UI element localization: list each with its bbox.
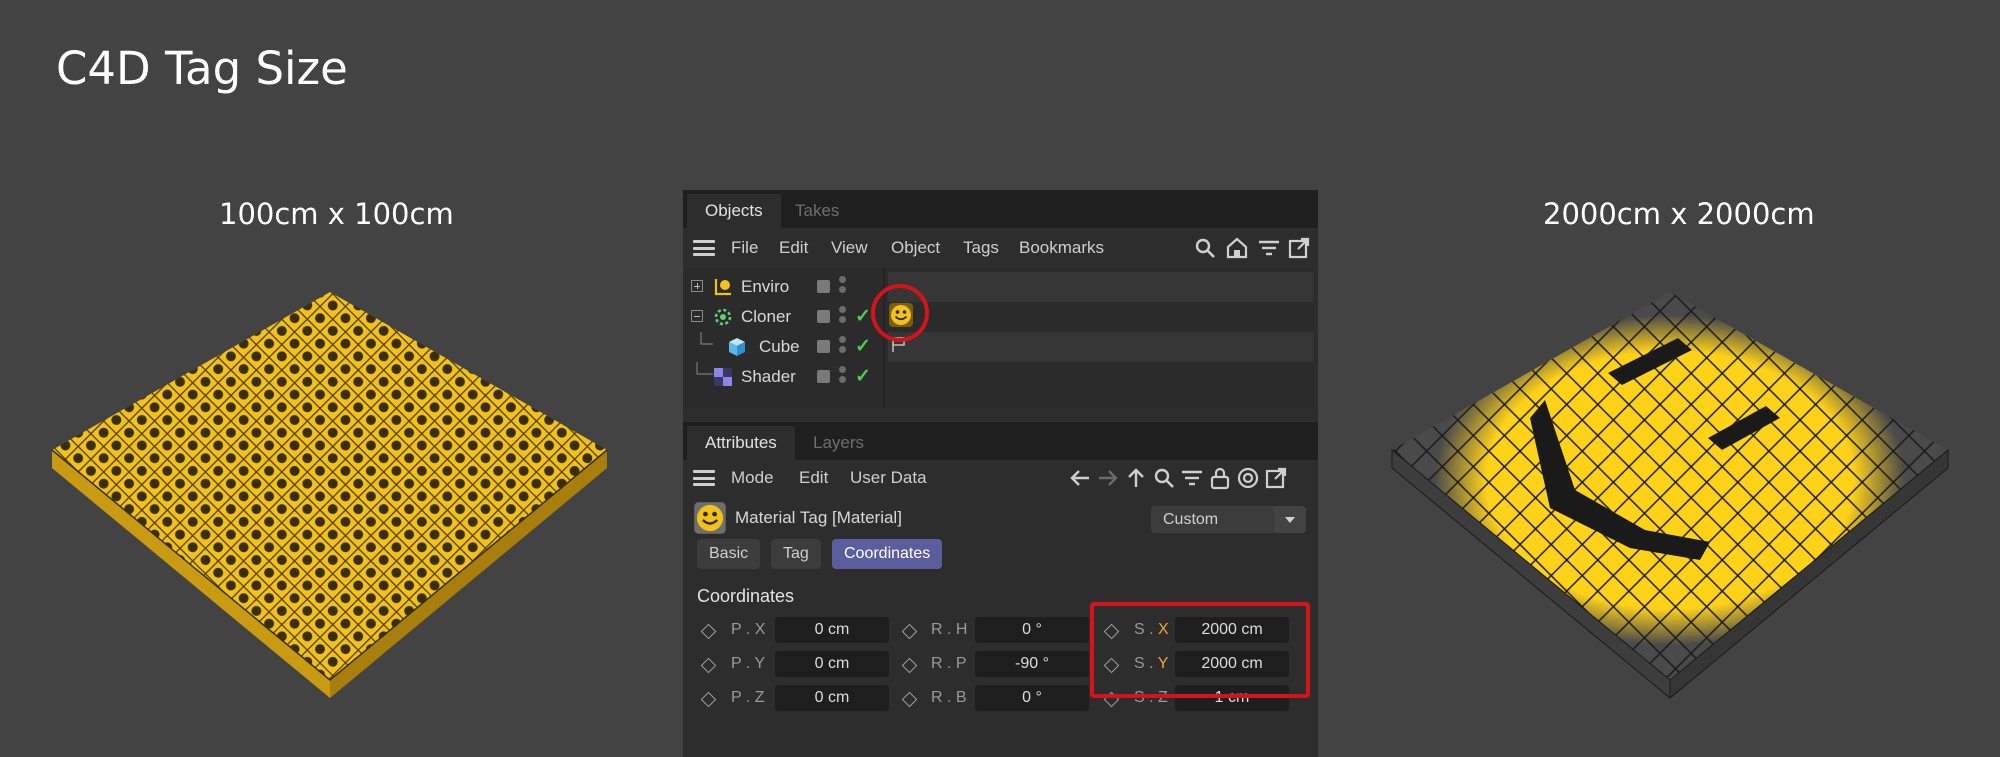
- popout-icon[interactable]: [1264, 466, 1288, 490]
- material-smiley-icon: [694, 502, 726, 534]
- object-name: Shader: [741, 367, 796, 386]
- visibility-dots-icon[interactable]: [839, 306, 847, 328]
- edit-icon[interactable]: [817, 310, 830, 323]
- collapse-icon[interactable]: [691, 310, 703, 322]
- viewport-small-tiles: [51, 292, 608, 698]
- object-tree: Enviro Cloner ✓ Cube ✓ Shader ✓: [683, 268, 1313, 408]
- field-px[interactable]: 0 cm: [775, 617, 889, 643]
- visibility-dots-icon[interactable]: [839, 276, 847, 298]
- viewport-smiley-grid: [1391, 292, 1949, 700]
- cloner-icon: [714, 308, 732, 326]
- home-icon[interactable]: [1225, 236, 1249, 260]
- back-arrow-icon[interactable]: [1068, 466, 1092, 490]
- material-tag-header: Material Tag [Material] Custom: [683, 498, 1313, 538]
- projection-dropdown[interactable]: Custom: [1151, 506, 1306, 533]
- tree-connector: [696, 362, 713, 375]
- visibility-dots-icon[interactable]: [839, 366, 847, 388]
- field-pz[interactable]: 0 cm: [775, 685, 889, 711]
- object-name: Cloner: [741, 307, 792, 326]
- popout-icon[interactable]: [1287, 236, 1311, 260]
- shader-icon: [714, 368, 732, 386]
- objects-tabbar: Objects Takes: [683, 190, 1318, 228]
- label-rh: R . H: [931, 621, 968, 638]
- menu-mode[interactable]: Mode: [731, 460, 774, 496]
- filter-icon[interactable]: [1180, 466, 1204, 490]
- menu-edit[interactable]: Edit: [799, 460, 828, 496]
- tree-connector: [700, 332, 713, 345]
- tree-item-cube[interactable]: Cube ✓: [683, 332, 883, 362]
- label-rp: R . P: [931, 655, 967, 672]
- check-icon[interactable]: ✓: [855, 305, 871, 328]
- keyframe-diamond-icon[interactable]: [901, 657, 918, 674]
- cube-icon: [729, 338, 745, 356]
- tab-attributes[interactable]: Attributes: [687, 426, 795, 460]
- section-title: Coordinates: [697, 586, 795, 606]
- edit-icon[interactable]: [817, 340, 830, 353]
- tree-item-cloner[interactable]: Cloner ✓: [683, 302, 883, 332]
- keyframe-diamond-icon[interactable]: [700, 691, 717, 708]
- material-tag-name: Material Tag [Material]: [735, 508, 902, 527]
- tab-coordinates[interactable]: Coordinates: [832, 539, 943, 569]
- menu-tags[interactable]: Tags: [963, 230, 999, 266]
- label-pz: P . Z: [731, 689, 765, 706]
- menu-view[interactable]: View: [831, 230, 868, 266]
- filter-icon[interactable]: [1257, 236, 1281, 260]
- label-px: P . X: [731, 621, 766, 638]
- hamburger-icon[interactable]: [693, 470, 715, 486]
- edit-icon[interactable]: [817, 280, 830, 293]
- tree-item-shader[interactable]: Shader ✓: [683, 362, 883, 392]
- lock-icon[interactable]: [1208, 466, 1232, 490]
- up-arrow-icon[interactable]: [1124, 466, 1148, 490]
- search-icon[interactable]: [1193, 236, 1217, 260]
- highlight-box-annotation: [1090, 602, 1310, 698]
- field-rh[interactable]: 0 °: [975, 617, 1089, 643]
- field-py[interactable]: 0 cm: [775, 651, 889, 677]
- object-name: Enviro: [741, 277, 790, 296]
- objects-menubar: File Edit View Object Tags Bookmarks: [683, 230, 1318, 266]
- expand-icon[interactable]: [691, 280, 703, 292]
- menu-bookmarks[interactable]: Bookmarks: [1019, 230, 1104, 266]
- chevron-down-icon[interactable]: [1274, 506, 1306, 533]
- keyframe-diamond-icon[interactable]: [901, 623, 918, 640]
- menu-file[interactable]: File: [731, 230, 758, 266]
- caption-right: 2000cm x 2000cm: [1543, 197, 1815, 231]
- label-rb: R . B: [931, 689, 967, 706]
- check-icon[interactable]: ✓: [855, 335, 871, 358]
- field-rb[interactable]: 0 °: [975, 685, 1089, 711]
- tab-takes[interactable]: Takes: [777, 194, 857, 228]
- target-icon[interactable]: [1236, 466, 1260, 490]
- tag-row-cube: [888, 332, 1313, 362]
- search-icon[interactable]: [1152, 466, 1176, 490]
- label-py: P . Y: [731, 655, 766, 672]
- hamburger-icon[interactable]: [693, 240, 715, 256]
- menu-user-data[interactable]: User Data: [850, 460, 927, 496]
- tree-item-enviro[interactable]: Enviro: [683, 272, 883, 302]
- tag-row-enviro: [888, 272, 1313, 302]
- edit-icon[interactable]: [817, 370, 830, 383]
- object-name: Cube: [759, 337, 800, 356]
- highlight-circle-annotation: [871, 284, 929, 342]
- tab-basic[interactable]: Basic: [697, 539, 761, 569]
- projection-value: Custom: [1163, 511, 1219, 528]
- attributes-menubar: Mode Edit User Data: [683, 460, 1318, 496]
- tab-layers[interactable]: Layers: [795, 426, 882, 460]
- keyframe-diamond-icon[interactable]: [901, 691, 918, 708]
- null-object-icon: [714, 279, 731, 296]
- visibility-dots-icon[interactable]: [839, 336, 847, 358]
- menu-edit[interactable]: Edit: [779, 230, 808, 266]
- keyframe-diamond-icon[interactable]: [700, 657, 717, 674]
- check-icon[interactable]: ✓: [855, 365, 871, 388]
- page-title: C4D Tag Size: [56, 42, 348, 95]
- keyframe-diamond-icon[interactable]: [700, 623, 717, 640]
- tab-objects[interactable]: Objects: [687, 194, 781, 228]
- attributes-tabbar: Attributes Layers: [683, 422, 1318, 460]
- forward-arrow-icon[interactable]: [1096, 466, 1120, 490]
- field-rp[interactable]: -90 °: [975, 651, 1089, 677]
- menu-object[interactable]: Object: [891, 230, 940, 266]
- caption-left: 100cm x 100cm: [219, 197, 454, 231]
- tab-tag[interactable]: Tag: [771, 539, 821, 569]
